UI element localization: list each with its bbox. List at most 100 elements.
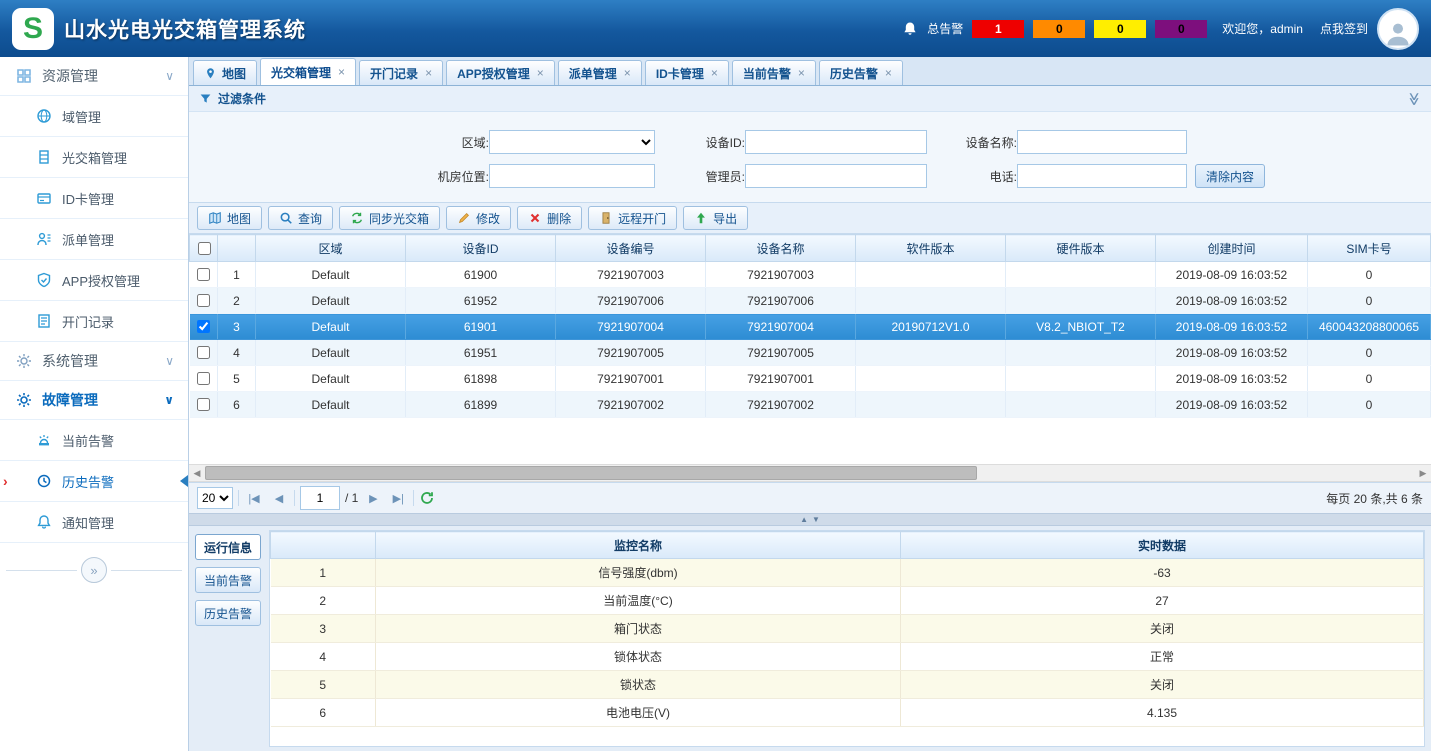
monitor-row[interactable]: 4 锁体状态 正常 xyxy=(271,643,1424,671)
bottom-tab-current-alarm[interactable]: 当前告警 xyxy=(195,567,261,593)
map-button[interactable]: 地图 xyxy=(197,206,262,230)
splitter-up-icon[interactable]: ▲ xyxy=(800,516,808,524)
pagination-summary: 每页 20 条,共 6 条 xyxy=(1326,490,1423,507)
sidebar-item-dispatch[interactable]: 派单管理 xyxy=(0,219,188,260)
tab-current-alarm[interactable]: 当前告警 × xyxy=(732,60,816,85)
first-page-button[interactable]: |◀ xyxy=(244,487,264,509)
close-icon[interactable]: × xyxy=(338,65,345,79)
col-sim[interactable]: SIM卡号 xyxy=(1308,235,1431,262)
col-device-no[interactable]: 设备编号 xyxy=(556,235,706,262)
row-checkbox[interactable] xyxy=(197,320,210,333)
tab-history-alarm[interactable]: 历史告警 × xyxy=(819,60,903,85)
tab-door-log[interactable]: 开门记录 × xyxy=(359,60,443,85)
tab-idcard[interactable]: ID卡管理 × xyxy=(645,60,729,85)
table-row[interactable]: 4 Default 61951 7921907005 7921907005 20… xyxy=(190,340,1431,366)
sidebar-item-current-alarm[interactable]: 当前告警 xyxy=(0,420,188,461)
close-icon[interactable]: × xyxy=(537,66,544,80)
search-button[interactable]: 查询 xyxy=(268,206,333,230)
cell-monitor-value: 关闭 xyxy=(901,615,1424,643)
sidebar-item-app-auth[interactable]: APP授权管理 xyxy=(0,260,188,301)
col-sw-version[interactable]: 软件版本 xyxy=(856,235,1006,262)
sync-button[interactable]: 同步光交箱 xyxy=(339,206,440,230)
sidebar-item-cabinet[interactable]: 光交箱管理 xyxy=(0,137,188,178)
select-all-checkbox[interactable] xyxy=(198,242,211,255)
prev-page-button[interactable]: ◀ xyxy=(269,487,289,509)
checkin-link[interactable]: 点我签到 xyxy=(1320,20,1368,37)
next-page-button[interactable]: ▶ xyxy=(363,487,383,509)
col-device-id[interactable]: 设备ID xyxy=(406,235,556,262)
sidebar-group-system[interactable]: 系统管理 ∨ xyxy=(0,342,188,381)
bottom-tab-history-alarm[interactable]: 历史告警 xyxy=(195,600,261,626)
delete-button[interactable]: 删除 xyxy=(517,206,582,230)
splitter-down-icon[interactable]: ▼ xyxy=(812,516,820,524)
row-checkbox[interactable] xyxy=(197,398,210,411)
monitor-row[interactable]: 1 信号强度(dbm) -63 xyxy=(271,559,1424,587)
row-checkbox[interactable] xyxy=(197,372,210,385)
remote-open-button[interactable]: 远程开门 xyxy=(588,206,677,230)
sidebar-item-notify[interactable]: 通知管理 xyxy=(0,502,188,543)
tab-map[interactable]: 地图 xyxy=(193,60,257,85)
region-select[interactable] xyxy=(489,130,655,154)
table-row[interactable]: 2 Default 61952 7921907006 7921907006 20… xyxy=(190,288,1431,314)
page-size-select[interactable]: 20 xyxy=(197,487,233,509)
monitor-value-header[interactable]: 实时数据 xyxy=(901,532,1424,559)
sidebar-item-door-log[interactable]: 开门记录 xyxy=(0,301,188,342)
tab-app-auth[interactable]: APP授权管理 × xyxy=(446,60,555,85)
col-created[interactable]: 创建时间 xyxy=(1156,235,1308,262)
avatar[interactable] xyxy=(1377,8,1419,50)
device-name-input[interactable] xyxy=(1017,130,1187,154)
monitor-row[interactable]: 6 电池电压(V) 4.135 xyxy=(271,699,1424,727)
row-checkbox[interactable] xyxy=(197,268,210,281)
sidebar-item-idcard[interactable]: ID卡管理 xyxy=(0,178,188,219)
col-device-name[interactable]: 设备名称 xyxy=(706,235,856,262)
edit-button[interactable]: 修改 xyxy=(446,206,511,230)
table-row-selected[interactable]: 3 Default 61901 7921907004 7921907004 20… xyxy=(190,314,1431,340)
close-icon[interactable]: × xyxy=(624,66,631,80)
last-page-button[interactable]: ▶| xyxy=(388,487,408,509)
monitor-row[interactable]: 5 锁状态 关闭 xyxy=(271,671,1424,699)
col-hw-version[interactable]: 硬件版本 xyxy=(1006,235,1156,262)
fault-gear-icon xyxy=(16,392,32,408)
bottom-tab-runtime[interactable]: 运行信息 xyxy=(195,534,261,560)
close-icon[interactable]: × xyxy=(711,66,718,80)
tab-dispatch[interactable]: 派单管理 × xyxy=(558,60,642,85)
row-checkbox[interactable] xyxy=(197,294,210,307)
sidebar-group-fault[interactable]: 故障管理 ∨ xyxy=(0,381,188,420)
phone-input[interactable] xyxy=(1017,164,1187,188)
sidebar-group-label: 资源管理 xyxy=(42,66,98,86)
clear-button[interactable]: 清除内容 xyxy=(1195,164,1265,188)
close-icon[interactable]: × xyxy=(798,66,805,80)
monitor-row[interactable]: 3 箱门状态 关闭 xyxy=(271,615,1424,643)
collapse-double-chevron-icon[interactable]: ≫ xyxy=(1406,92,1422,106)
scroll-right-icon[interactable]: ▶ xyxy=(1415,468,1431,479)
row-checkbox[interactable] xyxy=(197,346,210,359)
sidebar-group-resource[interactable]: 资源管理 ∨ xyxy=(0,57,188,96)
horizontal-scrollbar[interactable]: ◀ ▶ xyxy=(189,464,1431,482)
cell-device-no: 7921907006 xyxy=(556,288,706,314)
alarm-count-warning[interactable]: 0 xyxy=(1155,20,1207,38)
col-region[interactable]: 区域 xyxy=(256,235,406,262)
manager-input[interactable] xyxy=(745,164,927,188)
device-id-input[interactable] xyxy=(745,130,927,154)
table-row[interactable]: 5 Default 61898 7921907001 7921907001 20… xyxy=(190,366,1431,392)
panel-splitter[interactable]: ▲ ▼ xyxy=(189,513,1431,526)
monitor-row[interactable]: 2 当前温度(°C) 27 xyxy=(271,587,1424,615)
scroll-left-icon[interactable]: ◀ xyxy=(189,468,205,479)
room-location-input[interactable] xyxy=(489,164,655,188)
monitor-name-header[interactable]: 监控名称 xyxy=(376,532,901,559)
refresh-icon[interactable] xyxy=(419,490,435,506)
table-row[interactable]: 6 Default 61899 7921907002 7921907002 20… xyxy=(190,392,1431,418)
alarm-count-major[interactable]: 0 xyxy=(1033,20,1085,38)
scrollbar-thumb[interactable] xyxy=(205,466,977,480)
close-icon[interactable]: × xyxy=(885,66,892,80)
sidebar-item-history-alarm[interactable]: › 历史告警 xyxy=(0,461,188,502)
close-icon[interactable]: × xyxy=(425,66,432,80)
tab-cabinet-mgmt[interactable]: 光交箱管理 × xyxy=(260,58,356,85)
sidebar-item-domain[interactable]: 域管理 xyxy=(0,96,188,137)
sidebar-collapse-button[interactable]: » xyxy=(81,557,107,583)
page-number-input[interactable] xyxy=(300,486,340,510)
alarm-count-minor[interactable]: 0 xyxy=(1094,20,1146,38)
table-row[interactable]: 1 Default 61900 7921907003 7921907003 20… xyxy=(190,262,1431,288)
alarm-count-critical[interactable]: 1 xyxy=(972,20,1024,38)
export-button[interactable]: 导出 xyxy=(683,206,748,230)
